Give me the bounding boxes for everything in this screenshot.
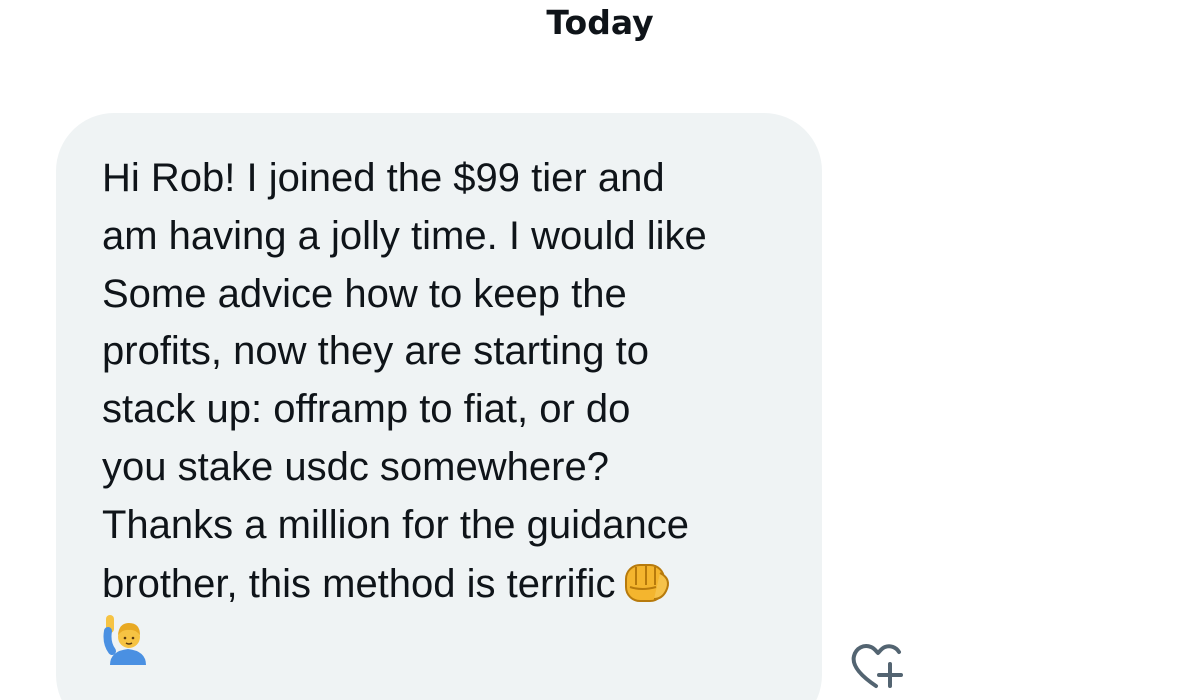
message-line: you stake usdc somewhere? bbox=[102, 444, 609, 489]
add-reaction-button[interactable] bbox=[846, 636, 910, 696]
message-line: stack up: offramp to fiat, or do bbox=[102, 387, 631, 432]
message-line: am having a jolly time. I would like bbox=[102, 213, 707, 258]
message-line-emoji-only bbox=[102, 613, 792, 672]
person-raising-hand-emoji bbox=[102, 613, 154, 666]
message-line: Thanks a million for the guidance bbox=[102, 502, 689, 547]
date-separator: Today bbox=[546, 3, 654, 42]
message-line: Hi Rob! I joined the $99 tier and bbox=[102, 156, 665, 200]
message-line: profits, now they are starting to bbox=[102, 329, 649, 374]
message-line-with-emoji: brother, this method is terrific bbox=[102, 555, 792, 614]
message-line: brother, this method is terrific bbox=[102, 561, 616, 606]
message-text: Hi Rob! I joined the $99 tier and am hav… bbox=[102, 150, 792, 672]
dm-conversation: Today Hi Rob! I joined the $99 tier and … bbox=[0, 0, 1200, 700]
heart-plus-icon bbox=[851, 644, 903, 688]
oncoming-fist-emoji bbox=[622, 555, 674, 607]
message-line: Some advice how to keep the bbox=[102, 271, 627, 316]
